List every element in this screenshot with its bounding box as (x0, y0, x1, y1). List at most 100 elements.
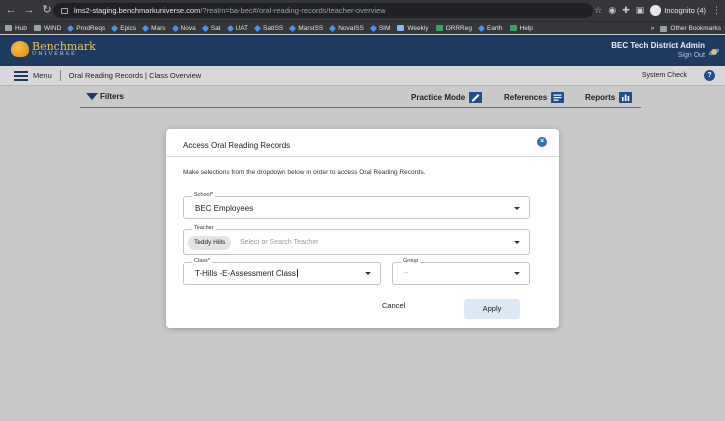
group-select[interactable]: Group -- (392, 258, 530, 285)
page-toolbar: Filters Practice Mode References Reports (80, 89, 641, 108)
cancel-button[interactable]: Cancel (382, 301, 405, 310)
bookmark-label: NovaISS (338, 24, 364, 32)
school-value: BEC Employees (195, 204, 254, 213)
bookmark-label: Earth (486, 24, 503, 32)
address-bar[interactable]: lms2-staging.benchmarkuniverse.com/?real… (53, 3, 593, 18)
teacher-label: Teacher (192, 225, 216, 231)
bookmark-item[interactable]: UAT (226, 24, 248, 32)
bookmark-item[interactable]: ProdReqs (67, 24, 106, 32)
teacher-placeholder: Select or Search Teacher (240, 239, 319, 246)
url-path: /?realm=ba-bec#/oral-reading-records/tea… (200, 6, 386, 15)
other-bookmarks-folder[interactable]: Other Bookmarks (660, 25, 721, 32)
references-label: References (504, 93, 548, 102)
sidepanel-icon[interactable]: ▣ (636, 5, 645, 16)
bookmark-item[interactable]: NovaISS (329, 24, 364, 32)
hamburger-menu-icon[interactable] (14, 70, 28, 81)
bookmark-icon (253, 24, 262, 32)
bookmark-icon (111, 24, 119, 32)
references-button[interactable]: References (504, 92, 565, 103)
bookmark-label: Nova (180, 24, 196, 32)
puzzle-icon[interactable]: ✚ (622, 5, 630, 16)
bookmark-icon (329, 24, 337, 32)
group-value: -- (404, 270, 409, 277)
user-name: BEC Tech District Admin (611, 41, 705, 50)
bookmark-label: ORRReg (445, 24, 472, 32)
access-records-dialog: Access Oral Reading Records × Make selec… (166, 129, 559, 328)
bookmark-item[interactable]: WIND (33, 24, 62, 32)
bookmark-label: WIND (43, 24, 62, 32)
bookmark-icon (171, 24, 179, 32)
teacher-chip[interactable]: Teddy Hills (188, 236, 232, 250)
kebab-menu-icon[interactable]: ⋮ (712, 5, 721, 16)
bookmarks-overflow: » Other Bookmarks (646, 22, 721, 34)
apply-button[interactable]: Apply (464, 299, 520, 319)
bookmark-icon (142, 24, 150, 32)
bookmark-label: Sat (210, 24, 221, 32)
incognito-label: Incognito (4) (664, 6, 706, 15)
bookmark-item[interactable]: Epics (111, 24, 136, 32)
dialog-divider (166, 156, 559, 157)
practice-mode-button[interactable]: Practice Mode (411, 92, 483, 103)
folder-icon (660, 25, 668, 32)
bookmark-label: Mars (151, 24, 166, 32)
forward-icon[interactable]: → (22, 0, 36, 21)
extension-icon[interactable]: ◉ (608, 5, 616, 16)
bookmark-icon (226, 24, 234, 32)
bookmark-item[interactable]: Weekly (397, 24, 429, 32)
app-header: Benchmark UNIVERSE BEC Tech District Adm… (0, 35, 725, 66)
bookmark-label: ProdReqs (76, 24, 106, 32)
bookmark-item[interactable]: SatISS (253, 24, 284, 32)
group-label: Group (401, 258, 421, 264)
incognito-badge[interactable]: Incognito (4) (650, 5, 706, 16)
class-label: Class* (192, 258, 212, 264)
practice-mode-label: Practice Mode (411, 93, 466, 102)
pencil-icon (469, 92, 483, 103)
bookmark-item[interactable]: Mars (142, 24, 166, 32)
star-icon[interactable]: ☆ (594, 5, 602, 16)
bookmark-label: SIM (378, 24, 391, 32)
reports-button[interactable]: Reports (585, 92, 633, 103)
bookmark-icon (477, 24, 486, 32)
bookmark-item[interactable]: Earth (477, 24, 503, 32)
bookmark-item[interactable]: Nova (171, 24, 196, 32)
bookmark-item[interactable]: SIM (369, 24, 391, 32)
other-bookmarks-label: Other Bookmarks (670, 25, 721, 32)
teacher-select[interactable]: Teacher Teddy Hills Select or Search Tea… (183, 225, 530, 255)
bookmark-item[interactable]: Help (509, 25, 533, 32)
class-value-text: T-Hills -E-Assessment Class (195, 269, 296, 278)
bookmark-item[interactable]: Hub (5, 25, 27, 32)
help-icon[interactable]: ? (704, 70, 715, 81)
bookmark-label: Hub (15, 24, 27, 32)
class-value: T-Hills -E-Assessment Class (195, 269, 298, 278)
school-select[interactable]: School* BEC Employees (183, 192, 530, 219)
bookmark-icon (289, 24, 297, 32)
bookmark-label: Weekly (407, 24, 429, 32)
class-select[interactable]: Class* T-Hills -E-Assessment Class (183, 258, 381, 285)
bookmark-icon (369, 24, 377, 32)
bookmark-label: MarsISS (298, 24, 324, 32)
system-check-link[interactable]: System Check (642, 72, 687, 79)
bookmark-icon (435, 25, 443, 31)
bookmark-item[interactable]: MarsISS (289, 24, 324, 32)
menu-button[interactable]: Menu (33, 71, 52, 80)
filters-button[interactable]: Filters (86, 92, 124, 101)
sign-out-link[interactable]: Sign Out (611, 52, 705, 59)
bookmark-item[interactable]: ORRReg (435, 24, 472, 32)
bookmark-item[interactable]: Sat (201, 24, 221, 32)
back-icon[interactable]: ← (4, 0, 18, 21)
book-icon (551, 92, 565, 103)
reload-icon[interactable]: ↻ (40, 0, 54, 21)
chevron-down-icon (514, 272, 520, 275)
bookmark-label: SatISS (263, 24, 284, 32)
browser-toolbar: ← → ↻ lms2-staging.benchmarkuniverse.com… (0, 0, 725, 21)
school-label: School* (192, 192, 215, 198)
bookmark-icon (33, 25, 41, 31)
bar-chart-icon (619, 92, 633, 103)
bookmark-icon (509, 25, 517, 31)
divider (59, 70, 61, 81)
more-bookmarks-button[interactable]: » (651, 25, 655, 32)
close-icon[interactable]: × (537, 137, 547, 147)
bookmark-icon (67, 24, 75, 32)
benchmark-logo[interactable]: Benchmark UNIVERSE (11, 41, 96, 57)
logo-globe-icon (11, 41, 29, 57)
